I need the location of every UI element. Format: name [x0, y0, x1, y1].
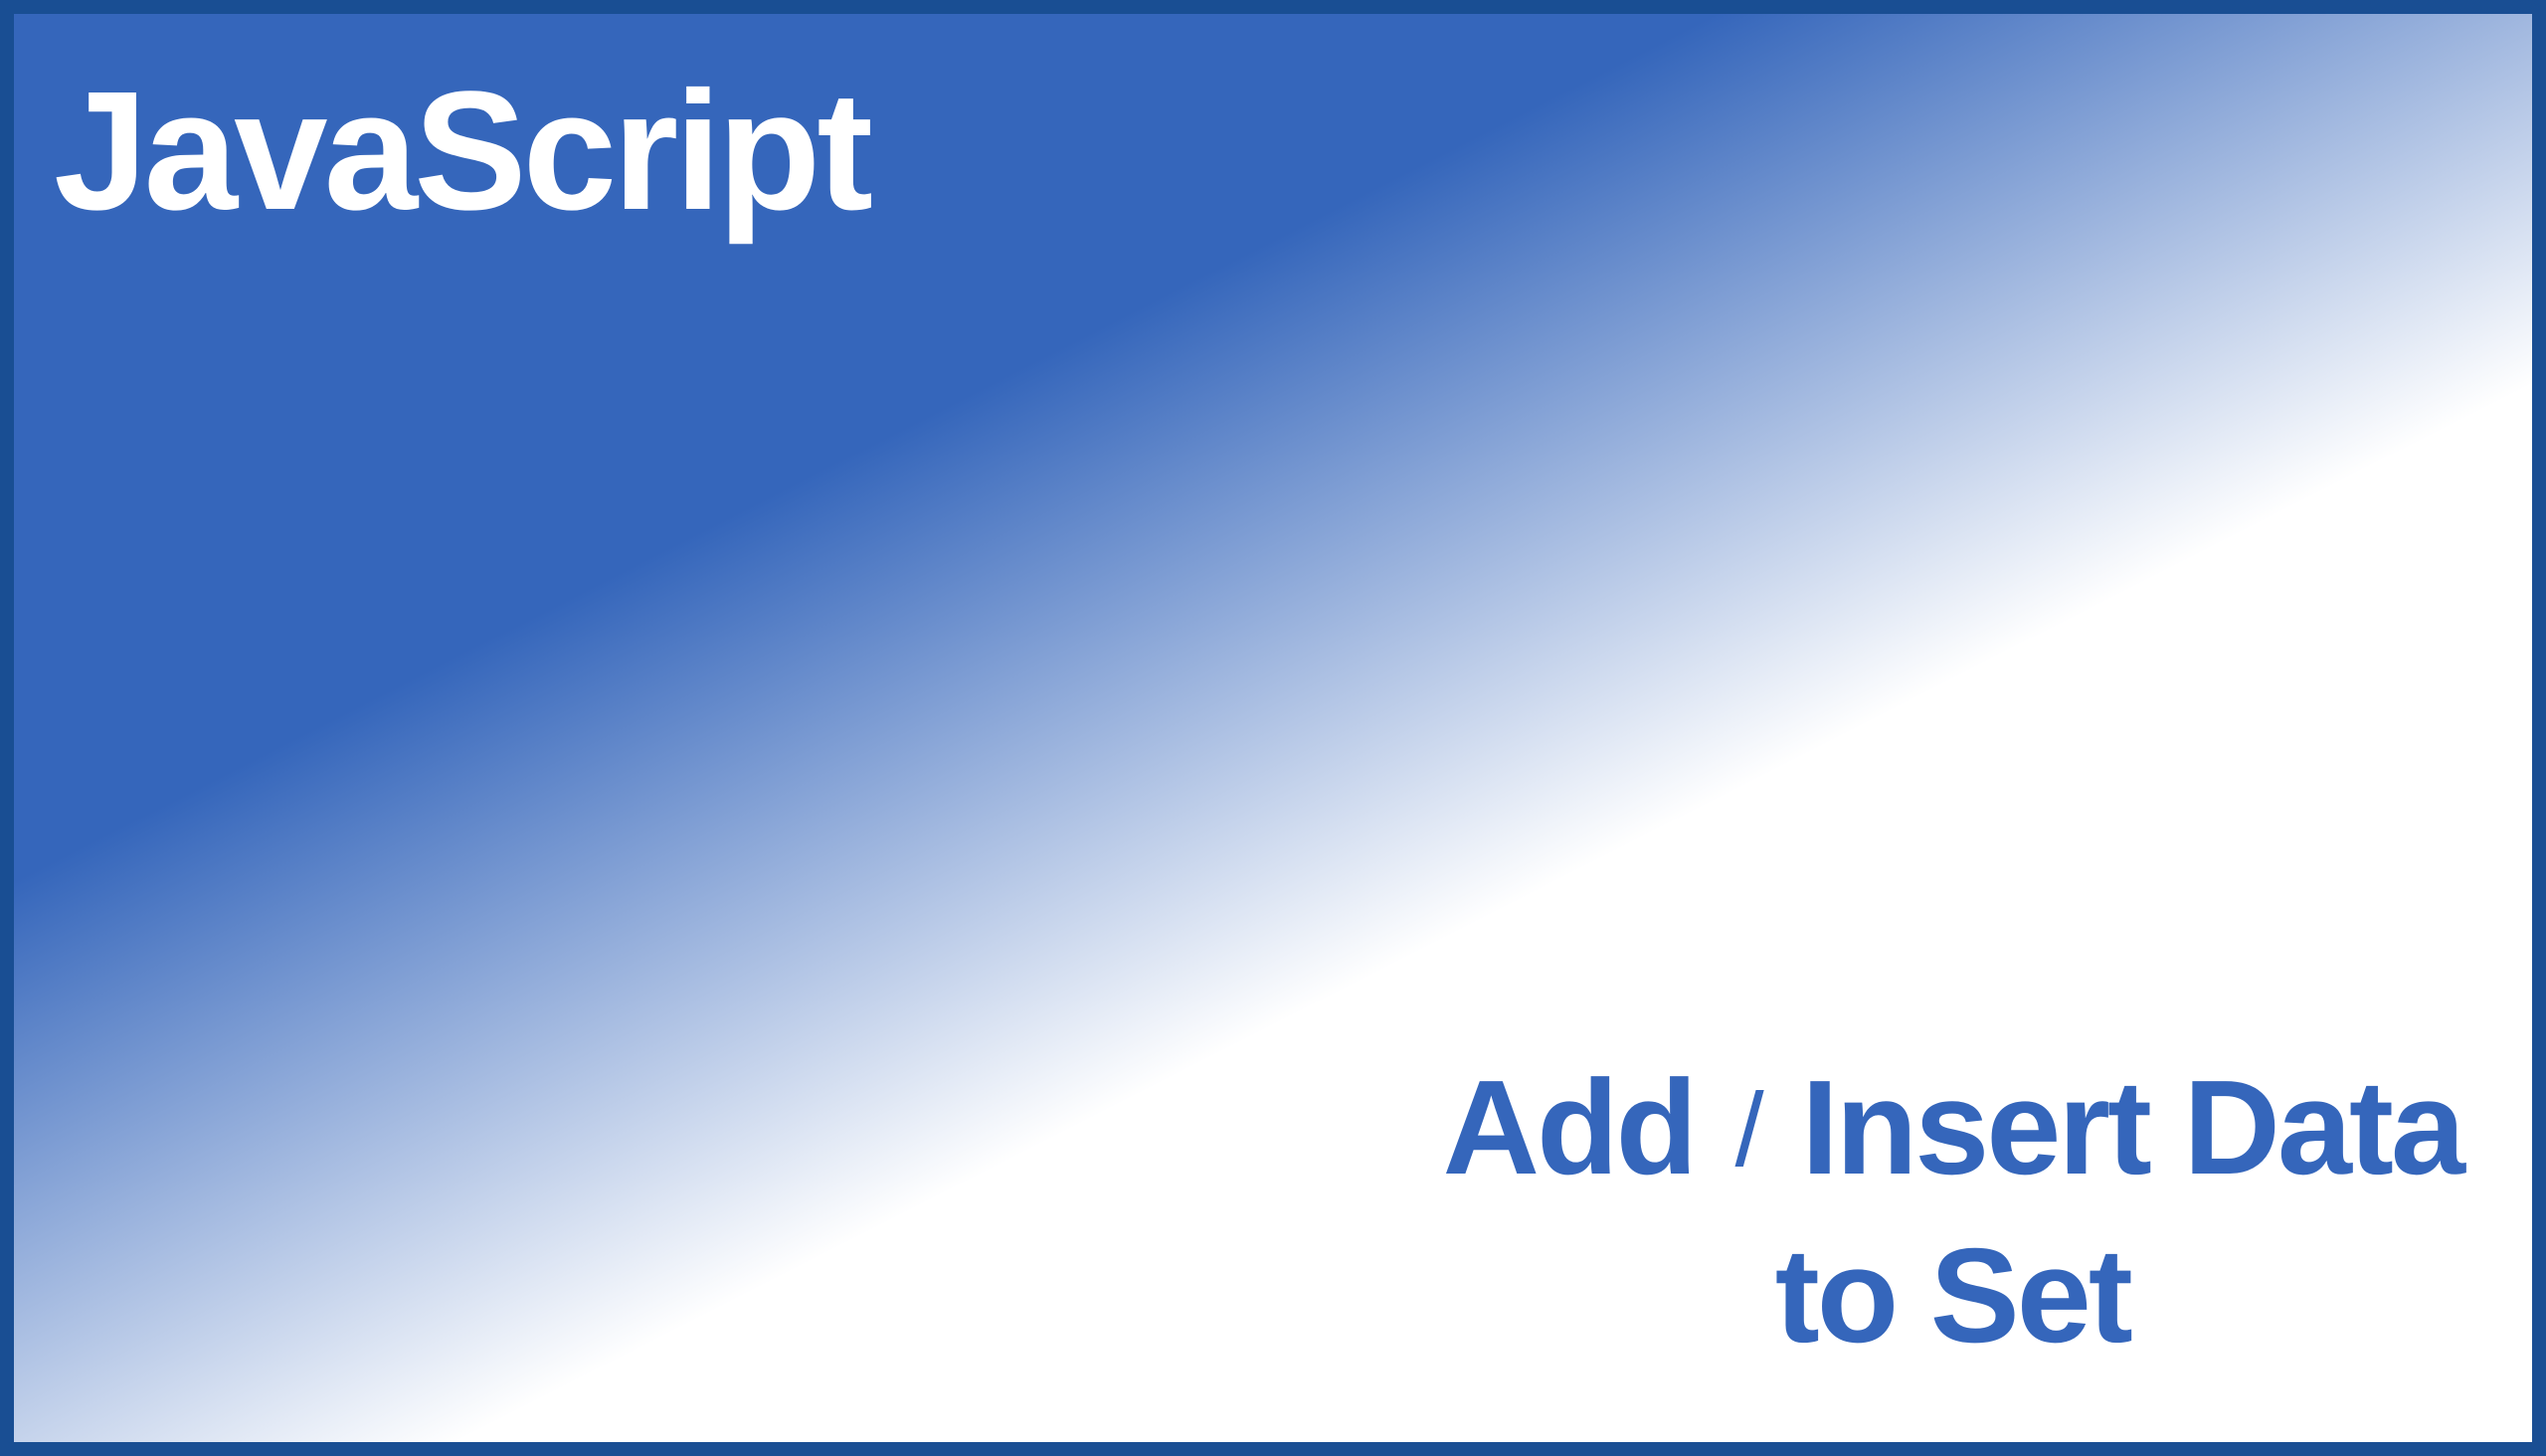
subtitle-line-2: to Set — [1443, 1208, 2462, 1383]
banner-subtitle: Add / Insert Data to Set — [1443, 1047, 2462, 1383]
subtitle-word-insert-data: Insert Data — [1801, 1052, 2462, 1202]
banner-title: JavaScript — [54, 54, 869, 249]
subtitle-line-1: Add / Insert Data — [1443, 1047, 2462, 1208]
subtitle-word-add: Add — [1443, 1052, 1695, 1202]
promo-banner: JavaScript Add / Insert Data to Set — [0, 0, 2546, 1456]
slash-separator: / — [1729, 1072, 1767, 1188]
